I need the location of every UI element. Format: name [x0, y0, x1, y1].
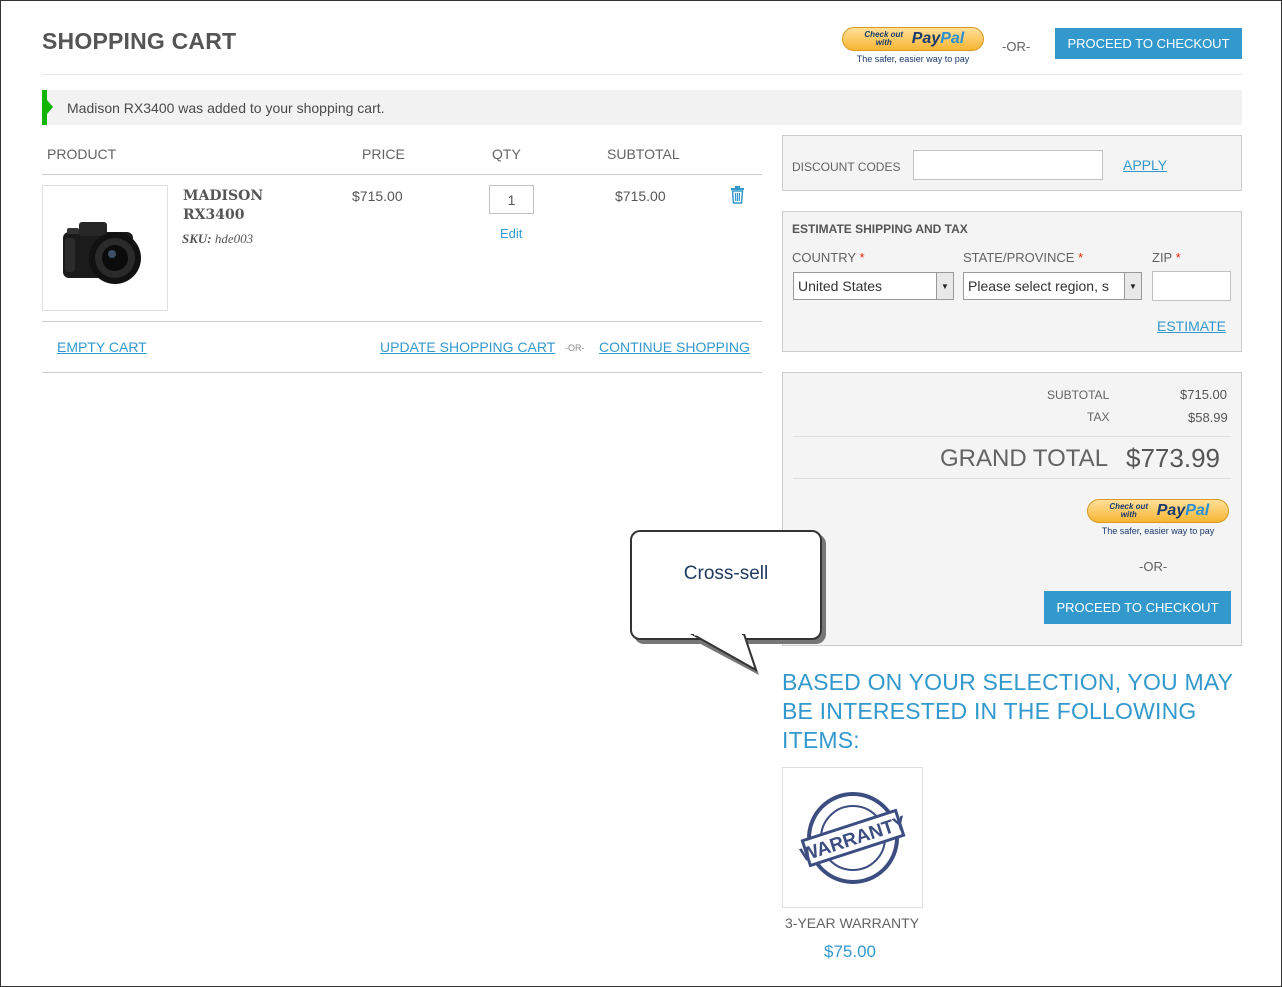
product-image[interactable]: [42, 185, 168, 311]
tax-label: TAX: [1087, 410, 1110, 424]
dropdown-arrow-icon: ▼: [1124, 273, 1141, 299]
tax-value: $58.99: [1188, 410, 1228, 425]
edit-item-link[interactable]: Edit: [500, 226, 522, 241]
paypal-pill: Check out with PayPal: [1087, 499, 1229, 523]
totals-or-separator: -OR-: [1139, 559, 1168, 574]
shipping-title: ESTIMATE SHIPPING AND TAX: [792, 222, 968, 236]
grand-total-divider: [793, 478, 1231, 479]
camera-icon: [63, 222, 141, 284]
paypal-small-text: Check out with: [1109, 502, 1149, 519]
country-label: COUNTRY *: [792, 250, 865, 265]
paypal-logo: PayPal: [912, 30, 964, 48]
required-asterisk: *: [1078, 250, 1084, 265]
actions-divider: [42, 372, 762, 373]
proceed-to-checkout-button-top[interactable]: PROCEED TO CHECKOUT: [1055, 28, 1242, 59]
callout-pointer: [689, 634, 759, 675]
success-message: Madison RX3400 was added to your shoppin…: [42, 90, 1242, 125]
crosssell-product-name[interactable]: 3-YEAR WARRANTY: [785, 915, 919, 931]
paypal-small-text: Check out with: [864, 30, 904, 47]
item-price: $715.00: [352, 188, 403, 204]
dropdown-arrow-icon: ▼: [936, 273, 953, 299]
header-divider: [42, 74, 1242, 75]
col-header-product: PRODUCT: [47, 146, 117, 162]
proceed-to-checkout-button-bottom[interactable]: PROCEED TO CHECKOUT: [1044, 591, 1231, 624]
totals-divider: [793, 436, 1231, 437]
crosssell-product-price: $75.00: [824, 942, 876, 961]
trash-icon[interactable]: [730, 186, 745, 209]
discount-label: DISCOUNT CODES: [792, 160, 901, 174]
table-header-divider: [42, 174, 762, 175]
country-select[interactable]: United States ▼: [793, 272, 954, 300]
cross-sell-callout: Cross-sell: [630, 530, 822, 640]
paypal-checkout-button[interactable]: Check out with PayPal The safer, easier …: [842, 27, 984, 64]
col-header-qty: QTY: [492, 146, 521, 162]
zip-label: ZIP *: [1152, 250, 1181, 265]
paypal-logo: PayPal: [1157, 502, 1209, 520]
paypal-pill: Check out with PayPal: [842, 27, 984, 51]
crosssell-product-image[interactable]: WARRANTY: [782, 767, 923, 908]
zip-input[interactable]: [1152, 271, 1231, 301]
zip-label-text: ZIP: [1152, 250, 1172, 265]
row-divider: [42, 321, 762, 322]
sku-value: hde003: [214, 231, 254, 246]
actions-or-separator: -OR-: [565, 343, 585, 353]
apply-discount-link[interactable]: APPLY: [1123, 157, 1167, 173]
warranty-stamp-icon: WARRANTY: [798, 791, 908, 884]
qty-input[interactable]: 1: [489, 185, 534, 214]
paypal-logo-pay: Pay: [911, 30, 941, 47]
paypal-checkout-button-bottom[interactable]: Check out with PayPal The safer, easier …: [1087, 499, 1229, 536]
sku-label: SKU:: [182, 231, 212, 246]
estimate-link[interactable]: ESTIMATE: [1157, 318, 1226, 334]
country-select-value: United States: [798, 278, 883, 294]
subtotal-label: SUBTOTAL: [1047, 388, 1110, 402]
continue-shopping-link[interactable]: CONTINUE SHOPPING: [599, 339, 750, 355]
paypal-logo-pay: Pay: [1156, 502, 1186, 519]
page-title: SHOPPING CART: [42, 28, 237, 54]
empty-cart-link[interactable]: EMPTY CART: [57, 339, 147, 355]
grand-total-label: GRAND TOTAL: [940, 445, 1109, 472]
product-name[interactable]: MADISON RX3400: [183, 187, 293, 225]
state-label: STATE/PROVINCE *: [963, 250, 1083, 265]
paypal-logo-pal: Pal: [1185, 502, 1210, 519]
required-asterisk: *: [859, 250, 865, 265]
state-select-value: Please select region, s: [968, 278, 1109, 294]
col-header-price: PRICE: [362, 146, 405, 162]
grand-total-value: $773.99: [1126, 443, 1220, 473]
or-separator: -OR-: [1002, 39, 1031, 54]
update-cart-link[interactable]: UPDATE SHOPPING CART: [380, 339, 555, 355]
discount-code-input[interactable]: [913, 150, 1103, 180]
state-label-text: STATE/PROVINCE: [963, 250, 1075, 265]
paypal-tagline: The safer, easier way to pay: [1101, 526, 1215, 536]
crosssell-heading: BASED ON YOUR SELECTION, YOU MAY BE INTE…: [782, 669, 1233, 753]
product-sku: SKU: hde003: [182, 231, 253, 247]
required-asterisk: *: [1175, 250, 1181, 265]
state-select[interactable]: Please select region, s ▼: [963, 272, 1142, 300]
paypal-tagline: The safer, easier way to pay: [856, 54, 970, 64]
paypal-logo-pal: Pal: [940, 30, 965, 47]
item-subtotal: $715.00: [615, 188, 666, 204]
col-header-subtotal: SUBTOTAL: [607, 146, 680, 162]
country-label-text: COUNTRY: [792, 250, 856, 265]
callout-text: Cross-sell: [683, 563, 769, 584]
subtotal-value: $715.00: [1180, 387, 1227, 402]
